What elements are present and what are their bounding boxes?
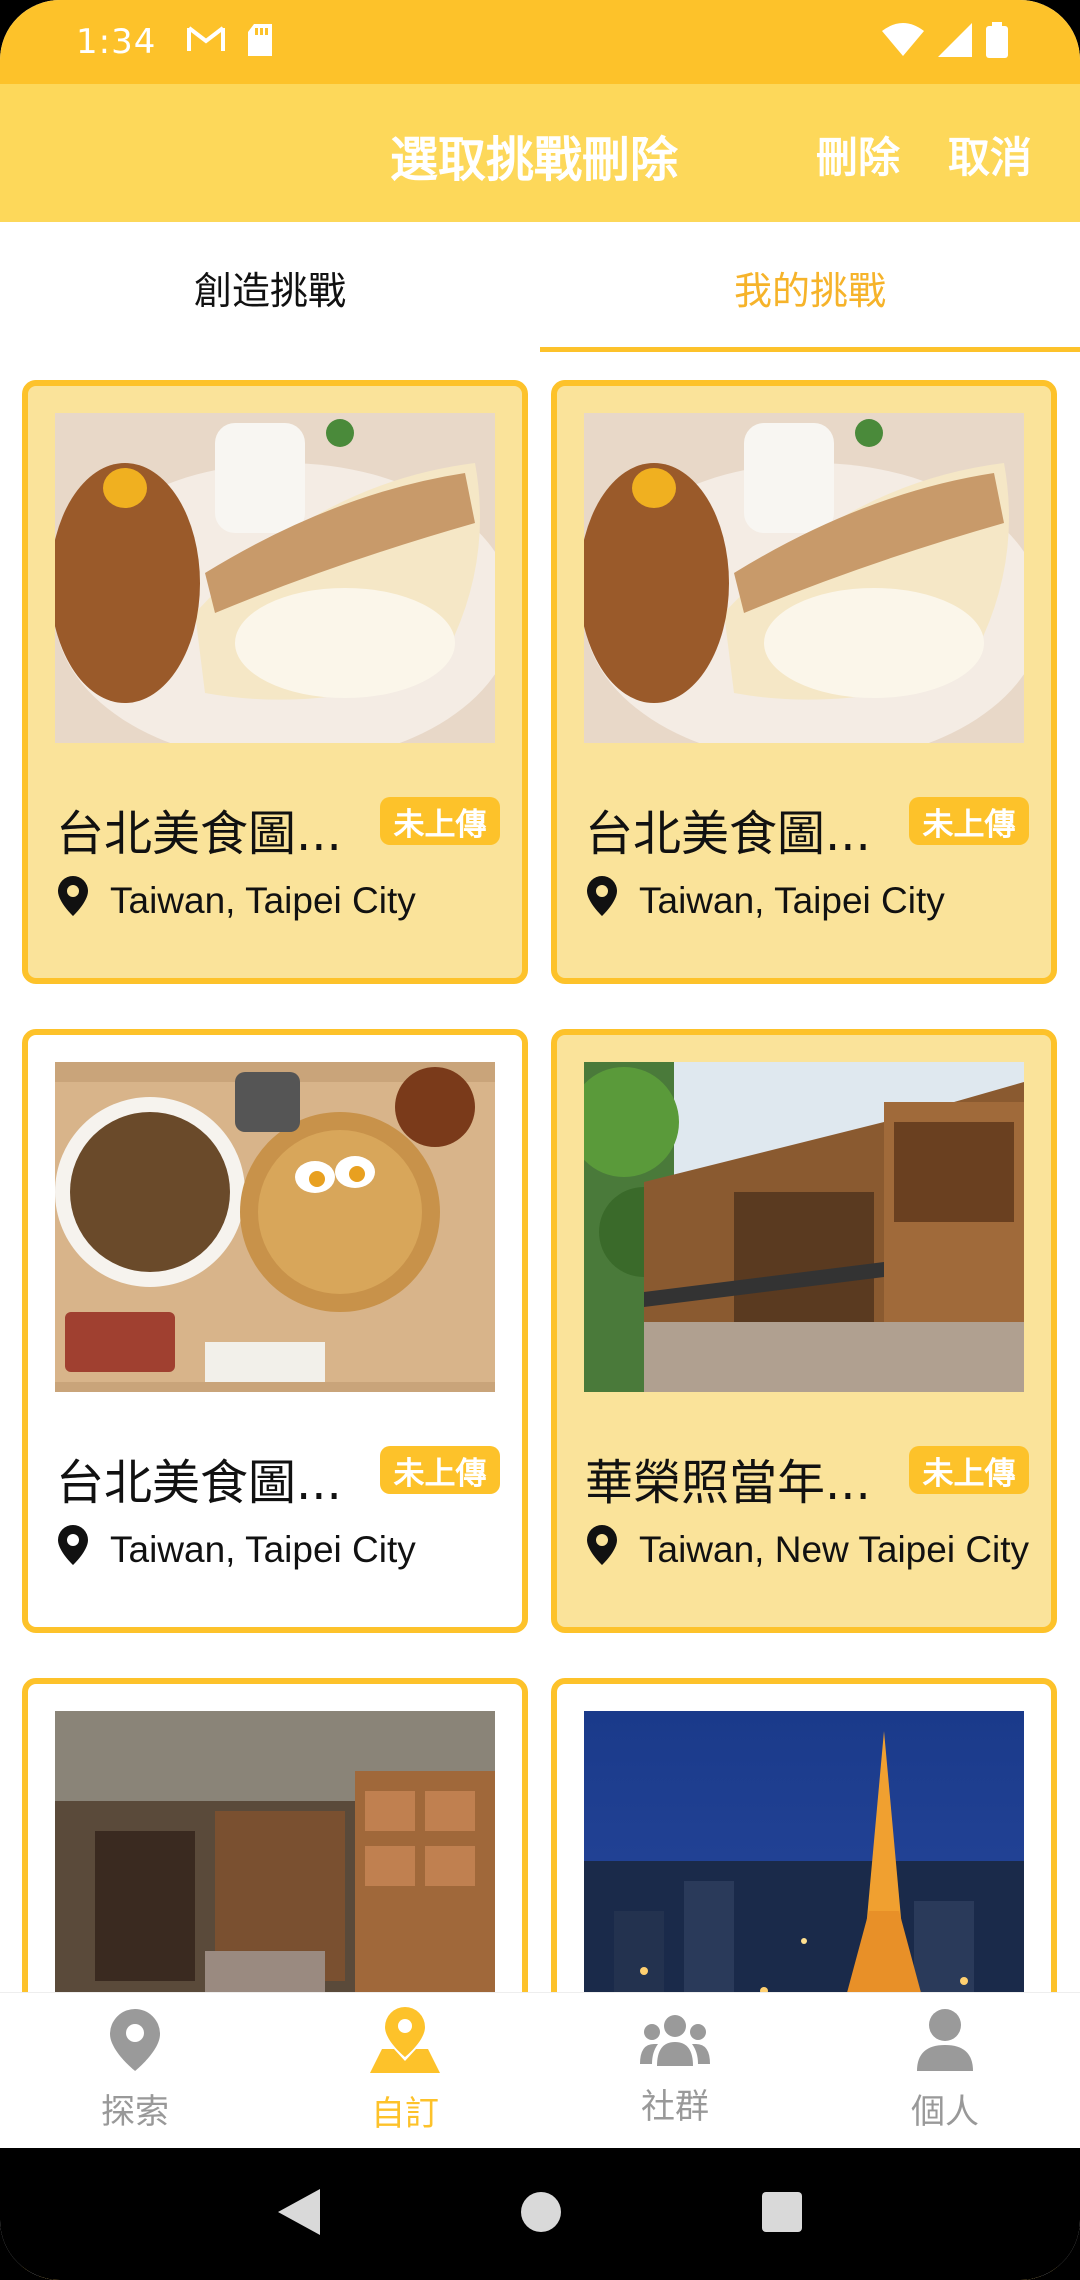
card-title: 台北美食圖... <box>585 806 871 862</box>
people-icon <box>640 2014 710 2075</box>
sd-card-icon <box>246 24 274 60</box>
nav-profile-label: 個人 <box>911 2091 979 2132</box>
location-pin-icon <box>587 1525 617 1574</box>
gmail-icon <box>186 24 226 60</box>
tab-create-challenge[interactable]: 創造挑戰 <box>0 222 540 352</box>
challenge-card[interactable]: 台北美食圖... 未上傳 Taiwan, Taipei City <box>551 380 1057 984</box>
location-pin-icon <box>58 1525 88 1574</box>
system-nav-bar <box>0 2148 1080 2280</box>
status-badge: 未上傳 <box>380 797 500 845</box>
nav-profile[interactable]: 個人 <box>810 1993 1080 2148</box>
nav-community-label: 社群 <box>641 2086 709 2127</box>
page-title: 選取挑戰刪除 <box>390 132 679 188</box>
location-text: Taiwan, Taipei City <box>639 879 945 921</box>
card-location: Taiwan, New Taipei City <box>587 1525 1029 1574</box>
recents-icon[interactable] <box>762 2192 802 2236</box>
map-pin-icon <box>110 2008 160 2080</box>
wooden-house-photo <box>584 1062 1024 1392</box>
person-icon <box>917 2008 973 2080</box>
location-pin-icon <box>58 876 88 925</box>
tab-my-challenges[interactable]: 我的挑戰 <box>540 222 1080 352</box>
tab-bar: 創造挑戰 我的挑戰 <box>0 222 1080 352</box>
location-text: Taiwan, Taipei City <box>110 879 416 921</box>
card-title: 台北美食圖... <box>56 806 342 862</box>
challenge-card[interactable]: 華榮照當年... 未上傳 Taiwan, New Taipei City <box>551 1029 1057 1633</box>
card-location: Taiwan, Taipei City <box>58 876 416 925</box>
phone-screen: 1:34 選取挑戰刪除 刪除 取消 創造挑戰 我的挑戰 台北美食圖... 未上傳… <box>0 0 1080 2280</box>
status-badge: 未上傳 <box>909 797 1029 845</box>
home-icon[interactable] <box>520 2191 562 2237</box>
cancel-button[interactable]: 取消 <box>948 124 1032 185</box>
status-bar: 1:34 <box>0 0 1080 84</box>
status-time: 1:34 <box>76 22 157 62</box>
card-location: Taiwan, Taipei City <box>58 1525 416 1574</box>
location-pin-icon <box>587 876 617 925</box>
status-badge: 未上傳 <box>909 1446 1029 1494</box>
nav-explore[interactable]: 探索 <box>0 1993 270 2148</box>
map-marker-custom-icon <box>370 2006 440 2082</box>
nav-community[interactable]: 社群 <box>540 1993 810 2148</box>
card-title: 台北美食圖... <box>56 1455 342 1511</box>
location-text: Taiwan, New Taipei City <box>639 1528 1030 1570</box>
wifi-icon <box>882 23 924 61</box>
bottom-nav: 探索 自訂 社群 個人 <box>0 1992 1080 2148</box>
challenge-card[interactable]: 台北美食圖... 未上傳 Taiwan, Taipei City <box>22 1029 528 1633</box>
nav-custom[interactable]: 自訂 <box>270 1993 540 2148</box>
status-badge: 未上傳 <box>380 1446 500 1494</box>
card-title: 華榮照當年... <box>585 1455 871 1511</box>
souffle-pancake-photo <box>55 413 495 743</box>
challenge-card[interactable]: 台北美食圖... 未上傳 Taiwan, Taipei City <box>22 380 528 984</box>
back-icon[interactable] <box>278 2189 320 2239</box>
location-text: Taiwan, Taipei City <box>110 1528 416 1570</box>
battery-icon <box>986 22 1008 62</box>
signal-icon <box>938 23 972 61</box>
app-bar: 選取挑戰刪除 刪除 取消 <box>0 84 1080 222</box>
nav-custom-label: 自訂 <box>371 2093 439 2134</box>
souffle-pancake-photo <box>584 413 1024 743</box>
nav-explore-label: 探索 <box>101 2091 169 2132</box>
card-location: Taiwan, Taipei City <box>587 876 945 925</box>
delete-button[interactable]: 刪除 <box>816 124 900 185</box>
noodle-soup-photo <box>55 1062 495 1392</box>
